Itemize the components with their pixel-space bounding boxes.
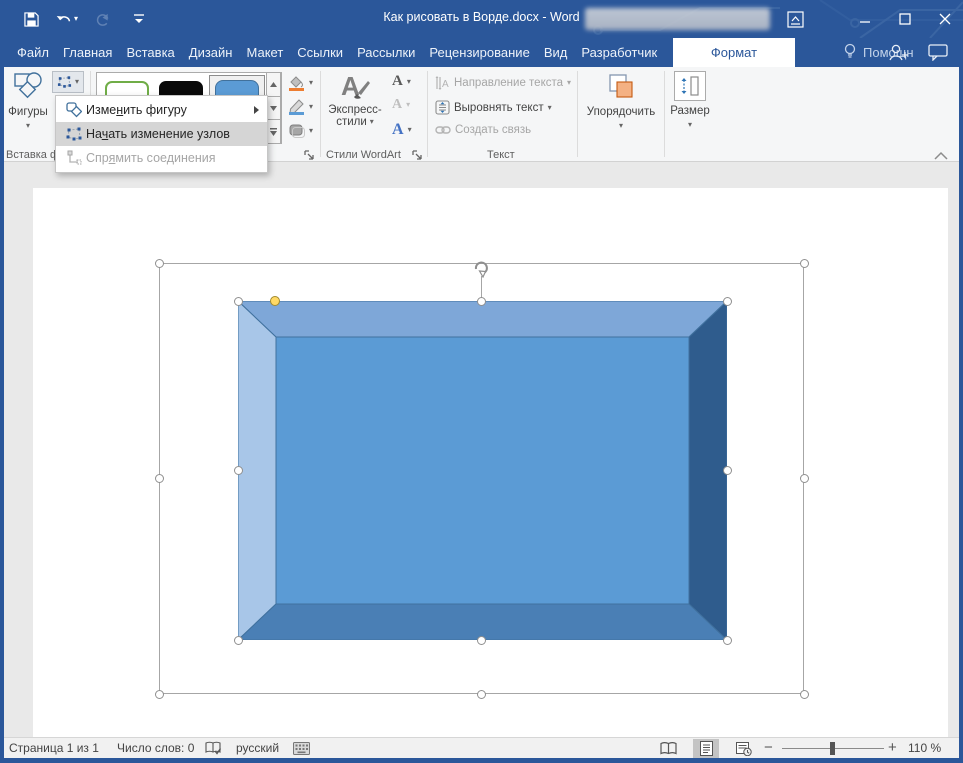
- selection-handle-outer-bottom-left[interactable]: [155, 690, 164, 699]
- change-shape-icon: [62, 102, 86, 118]
- selection-handle-outer-top-right[interactable]: [800, 259, 809, 268]
- shape-styles-dialog-launcher[interactable]: [304, 148, 316, 160]
- page-indicator[interactable]: Страница 1 из 1: [9, 738, 99, 758]
- create-link-icon: [435, 124, 451, 136]
- wordart-quick-styles-icon: А: [338, 71, 372, 101]
- shape-outline-icon: [288, 99, 305, 115]
- close-button[interactable]: [928, 5, 962, 33]
- text-outline-button[interactable]: А▾: [392, 97, 410, 113]
- selection-handle-outer-mid-right[interactable]: [800, 474, 809, 483]
- shape-fill-icon: [288, 75, 305, 91]
- gallery-scroll-buttons: [266, 72, 281, 144]
- shape-handle-top-right[interactable]: [723, 297, 732, 306]
- window-title: Как рисовать в Ворде.docx - Word: [0, 10, 963, 24]
- gallery-more-button[interactable]: [266, 120, 281, 144]
- shape-adjust-handle-yellow[interactable]: [270, 296, 280, 306]
- shape-handle-mid-left[interactable]: [234, 466, 243, 475]
- print-layout-button[interactable]: [693, 739, 719, 758]
- zoom-level[interactable]: 110 %: [908, 738, 941, 758]
- svg-text:А: А: [442, 79, 449, 90]
- tab-developer[interactable]: Разработчик: [574, 38, 664, 67]
- size-button[interactable]: Размер ▾: [668, 71, 712, 129]
- shape-handle-bottom-right[interactable]: [723, 636, 732, 645]
- ribbon-display-options-button[interactable]: [778, 5, 812, 33]
- shape-outline-button[interactable]: ▾: [288, 99, 313, 115]
- tab-file[interactable]: Файл: [10, 38, 56, 67]
- shape-handle-bottom-mid[interactable]: [477, 636, 486, 645]
- selection-handle-outer-mid-bottom[interactable]: [477, 690, 486, 699]
- shape-handle-top-left[interactable]: [234, 297, 243, 306]
- gallery-up-button[interactable]: [266, 72, 281, 97]
- wordart-dialog-launcher[interactable]: [412, 148, 424, 160]
- tab-mailings[interactable]: Рассылки: [350, 38, 422, 67]
- group-label-text: Текст: [487, 149, 515, 161]
- reroute-connectors-icon: [62, 150, 86, 166]
- size-icon: [679, 74, 701, 98]
- language-indicator[interactable]: русский: [236, 738, 279, 758]
- read-mode-button[interactable]: [655, 739, 681, 758]
- edit-points-icon: [62, 126, 86, 142]
- tab-design[interactable]: Дизайн: [182, 38, 240, 67]
- text-effects-button[interactable]: А▾: [392, 121, 412, 139]
- gallery-down-button[interactable]: [266, 97, 281, 121]
- shape-handle-mid-right[interactable]: [723, 466, 732, 475]
- tab-insert[interactable]: Вставка: [119, 38, 181, 67]
- document-area: [0, 162, 963, 737]
- tab-references[interactable]: Ссылки: [290, 38, 350, 67]
- zoom-out-button[interactable]: −: [764, 738, 773, 758]
- shapes-button[interactable]: Фигуры ▾: [6, 71, 50, 130]
- zoom-slider-handle[interactable]: [830, 742, 835, 755]
- selection-handle-outer-mid-left[interactable]: [155, 474, 164, 483]
- align-text-button[interactable]: Выровнять текст▾: [435, 100, 552, 115]
- tab-view[interactable]: Вид: [537, 38, 575, 67]
- text-direction-button[interactable]: А Направление текста▾: [435, 76, 571, 90]
- shape-effects-icon: [288, 123, 305, 138]
- title-bar: ▾ Как рисовать в Ворде.docx - Word: [0, 0, 963, 38]
- status-bar: Страница 1 из 1 Число слов: 0 русский − …: [0, 737, 963, 758]
- zoom-in-button[interactable]: +: [888, 738, 897, 758]
- tab-layout[interactable]: Макет: [239, 38, 290, 67]
- submenu-arrow-icon: [254, 106, 259, 114]
- arrange-icon: [606, 71, 636, 101]
- menu-item-change-shape[interactable]: Изменить фигуру: [56, 98, 267, 122]
- share-person-icon[interactable]: [888, 43, 908, 66]
- tab-review[interactable]: Рецензирование: [422, 38, 536, 67]
- align-text-icon: [435, 100, 450, 115]
- arrange-button[interactable]: Упорядочить ▾: [582, 71, 660, 130]
- quick-styles-button[interactable]: А Экспресс- стили▾: [326, 71, 384, 128]
- text-fill-button[interactable]: А▾: [392, 73, 411, 90]
- menu-item-edit-points[interactable]: Начать изменение узлов: [56, 122, 267, 146]
- lightbulb-icon: [843, 43, 857, 62]
- text-direction-icon: А: [435, 76, 450, 90]
- maximize-button[interactable]: [888, 5, 922, 33]
- shape-handle-top-mid[interactable]: [477, 297, 486, 306]
- shape-handle-bottom-left[interactable]: [234, 636, 243, 645]
- menu-item-reroute-connectors: Спрямить соединения: [56, 146, 267, 170]
- edit-shape-button[interactable]: ▾: [52, 71, 84, 93]
- shapes-icon: [13, 71, 43, 101]
- account-name-blurred[interactable]: [585, 8, 770, 30]
- group-label-wordart: Стили WordArt: [326, 149, 401, 161]
- comments-icon[interactable]: [928, 44, 948, 66]
- minimize-button[interactable]: [848, 5, 882, 33]
- ribbon-tab-bar: Файл Главная Вставка Дизайн Макет Ссылки…: [0, 38, 963, 67]
- selection-handle-outer-top-left[interactable]: [155, 259, 164, 268]
- selection-handle-outer-bottom-right[interactable]: [800, 690, 809, 699]
- create-link-button[interactable]: Создать связь: [435, 124, 531, 136]
- window-border-left: [0, 67, 4, 763]
- window-border-right: [959, 67, 963, 763]
- tab-format-active[interactable]: Формат: [673, 38, 795, 67]
- rotation-handle[interactable]: [471, 258, 491, 283]
- window-border-bottom: [0, 758, 963, 763]
- web-layout-button[interactable]: [731, 739, 757, 758]
- word-count[interactable]: Число слов: 0: [117, 738, 194, 758]
- word-window: ▾ Как рисовать в Ворде.docx - Word Файл: [0, 0, 963, 763]
- edit-shape-dropdown-menu: Изменить фигуру Начать изменение узлов С…: [55, 95, 268, 173]
- shape-fill-button[interactable]: ▾: [288, 75, 313, 91]
- shape-effects-button[interactable]: ▾: [288, 123, 313, 138]
- frame-shape[interactable]: [238, 301, 727, 640]
- edit-shape-icon: [57, 75, 72, 89]
- tab-home[interactable]: Главная: [56, 38, 119, 67]
